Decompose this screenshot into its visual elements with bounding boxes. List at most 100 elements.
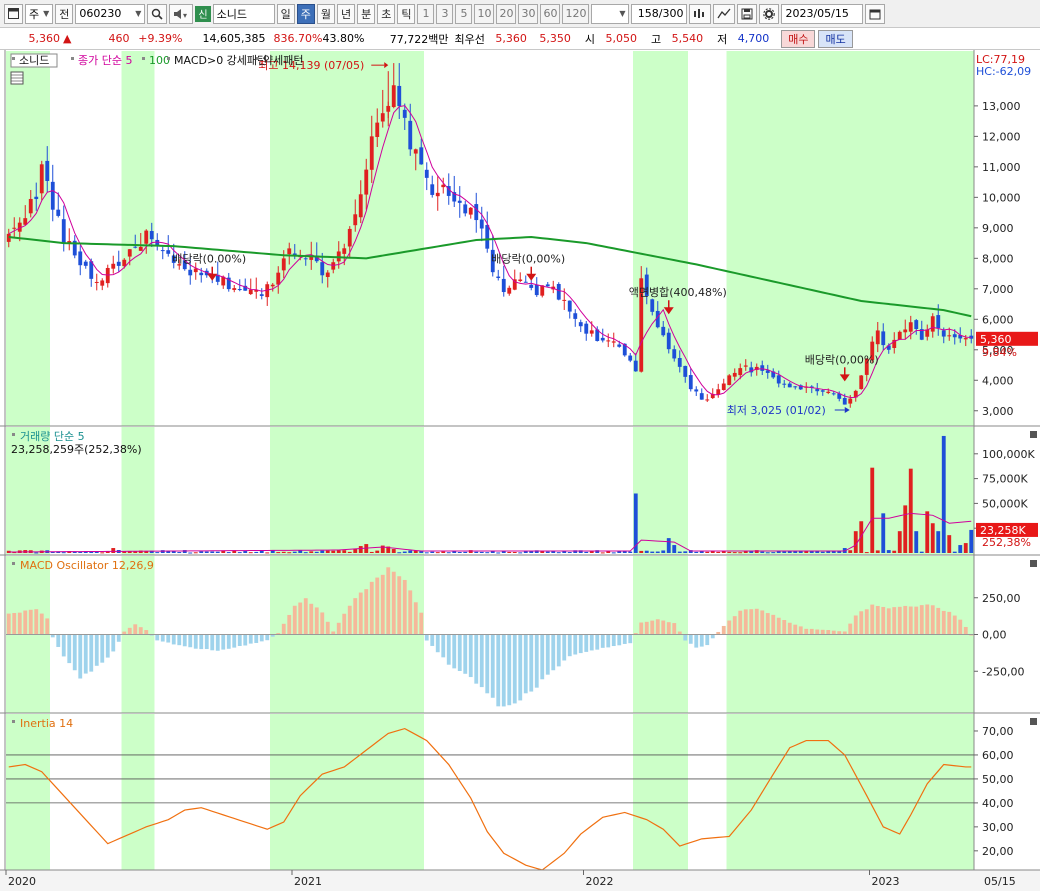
- interval-3[interactable]: 3: [436, 3, 454, 24]
- volume-bar: [347, 551, 352, 553]
- macd-bar: [325, 621, 330, 635]
- candle-body: [402, 109, 407, 118]
- count-field[interactable]: 158/300: [631, 3, 688, 24]
- interval-1[interactable]: 1: [417, 3, 435, 24]
- macd-bar: [551, 634, 556, 671]
- macd-bar: [897, 606, 902, 635]
- interval-20[interactable]: 20: [496, 3, 517, 24]
- candle-body: [952, 334, 957, 338]
- chart-settings-icon[interactable]: [689, 3, 712, 24]
- stock-chart[interactable]: 13,000 12,000 11,000 10,000 9,000 8,000 7,000 6…: [0, 50, 1040, 891]
- macd-bar: [908, 606, 913, 635]
- period-tick[interactable]: 틱: [397, 3, 416, 24]
- volume-bar: [782, 551, 787, 553]
- interval-custom-input[interactable]: ▼: [591, 3, 630, 24]
- prev-button[interactable]: 전: [55, 3, 74, 24]
- period-week[interactable]: 주: [296, 3, 315, 24]
- trade-amount: 77,722백만: [389, 32, 449, 46]
- chart-type-select[interactable]: 주 ▼: [25, 3, 54, 24]
- macd-bar: [798, 626, 803, 635]
- main-toolbar: 주 ▼ 전 060230 ▼ ▾ 신 소니드 일 주 월 년 분 초 틱 1 3 5…: [0, 0, 1040, 28]
- volume-bar: [661, 550, 666, 553]
- interval-5[interactable]: 5: [455, 3, 473, 24]
- macd-bar: [111, 634, 116, 652]
- macd-bar: [760, 610, 765, 635]
- period-minute[interactable]: 분: [357, 3, 376, 24]
- buy-button[interactable]: 매수: [781, 29, 816, 48]
- macd-bar: [23, 610, 28, 635]
- macd-bar: [749, 609, 754, 635]
- period-second[interactable]: 초: [377, 3, 396, 24]
- volume-bar: [897, 531, 902, 553]
- candle-body: [353, 214, 358, 226]
- macd-bar: [936, 607, 941, 635]
- interval-120[interactable]: 120: [562, 3, 590, 24]
- date-field[interactable]: 2023/05/15: [781, 3, 864, 24]
- candle-body: [270, 284, 275, 287]
- macd-bar: [683, 634, 688, 641]
- period-year[interactable]: 년: [336, 3, 356, 24]
- macd-bar: [771, 614, 776, 635]
- period-day[interactable]: 일: [276, 3, 295, 24]
- search-icon[interactable]: [147, 3, 168, 24]
- chart-area[interactable]: 13,000 12,000 11,000 10,000 9,000 8,000 7,000 6…: [0, 50, 1040, 894]
- volume-bar: [672, 545, 677, 553]
- volume-bar: [100, 552, 105, 554]
- macd-bar: [738, 610, 743, 635]
- highlight-band: [633, 427, 688, 555]
- volume-bar: [188, 552, 193, 554]
- macd-bar: [177, 634, 182, 646]
- speaker-icon[interactable]: ▾: [169, 3, 194, 24]
- candle-body: [408, 120, 413, 150]
- x-tick-label: 2023: [872, 875, 900, 888]
- macd-bar: [628, 634, 633, 644]
- chevron-down-icon: ▼: [135, 9, 142, 18]
- event-annotation: 배당락(0,00%): [491, 253, 565, 266]
- volume-bar: [848, 550, 853, 553]
- window-icon[interactable]: [4, 3, 23, 24]
- volume-bar: [947, 535, 952, 553]
- interval-60[interactable]: 60: [540, 3, 561, 24]
- volume-bar: [254, 551, 259, 553]
- macd-bar: [17, 612, 22, 635]
- draw-tool-icon[interactable]: [713, 3, 736, 24]
- candle-body: [325, 272, 330, 277]
- candle-body: [463, 204, 468, 214]
- calendar-icon[interactable]: [865, 3, 886, 24]
- macd-bar: [545, 634, 550, 675]
- macd-bar: [925, 604, 930, 635]
- macd-bar: [666, 622, 671, 635]
- macd-bar: [353, 598, 358, 635]
- volume-bar: [226, 552, 231, 554]
- macd-bar: [529, 634, 534, 692]
- macd-bullet: [12, 562, 15, 565]
- stock-code-input[interactable]: 060230 ▼: [75, 3, 146, 24]
- candle-body: [545, 284, 550, 287]
- volume-bar: [177, 552, 182, 554]
- macd-bar: [589, 634, 594, 651]
- candle-body: [611, 341, 616, 343]
- low-label: 저: [717, 32, 728, 46]
- volume-bar: [732, 552, 737, 554]
- candle-body: [815, 389, 820, 392]
- stock-name-field[interactable]: 소니드: [212, 3, 275, 24]
- volume-bar: [908, 468, 913, 553]
- gear-icon[interactable]: [759, 3, 780, 24]
- macd-bar: [342, 613, 347, 635]
- interval-10[interactable]: 10: [474, 3, 495, 24]
- macd-bar: [815, 629, 820, 635]
- sell-button[interactable]: 매도: [818, 29, 853, 48]
- volume-bar: [210, 551, 215, 553]
- volume-bar: [358, 546, 363, 553]
- macd-bar: [468, 634, 473, 678]
- macd-bar: [787, 622, 792, 635]
- volume-bar: [248, 552, 253, 554]
- macd-bar: [848, 623, 853, 635]
- candle-body: [375, 122, 380, 137]
- candle-body: [474, 204, 479, 221]
- volume: 14,605,385: [202, 32, 266, 45]
- save-icon[interactable]: [737, 3, 758, 24]
- period-month[interactable]: 월: [316, 3, 335, 24]
- interval-30[interactable]: 30: [518, 3, 539, 24]
- macd-bar: [193, 634, 198, 649]
